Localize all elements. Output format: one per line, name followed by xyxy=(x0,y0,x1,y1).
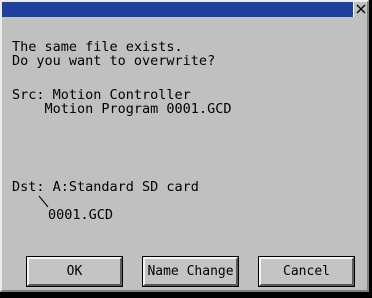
cancel-button[interactable]: Cancel xyxy=(258,256,355,287)
ok-button[interactable]: OK xyxy=(26,256,123,287)
destination-device-label: Dst: A:Standard SD card xyxy=(12,179,199,195)
message-line-1: The same file exists. xyxy=(12,39,183,55)
message-line-2: Do you want to overwrite? xyxy=(12,53,216,69)
name-change-button[interactable]: Name Change xyxy=(142,256,239,287)
overwrite-confirm-dialog: The same file exists. Do you want to ove… xyxy=(0,0,369,292)
destination-file-label: 0001.GCD xyxy=(48,207,114,223)
source-file-label: Motion Program 0001.GCD xyxy=(12,101,232,117)
source-device-label: Src: Motion Controller xyxy=(12,87,191,103)
close-icon xyxy=(356,4,365,14)
dialog-title-bar xyxy=(2,2,367,17)
close-button[interactable] xyxy=(353,2,367,17)
